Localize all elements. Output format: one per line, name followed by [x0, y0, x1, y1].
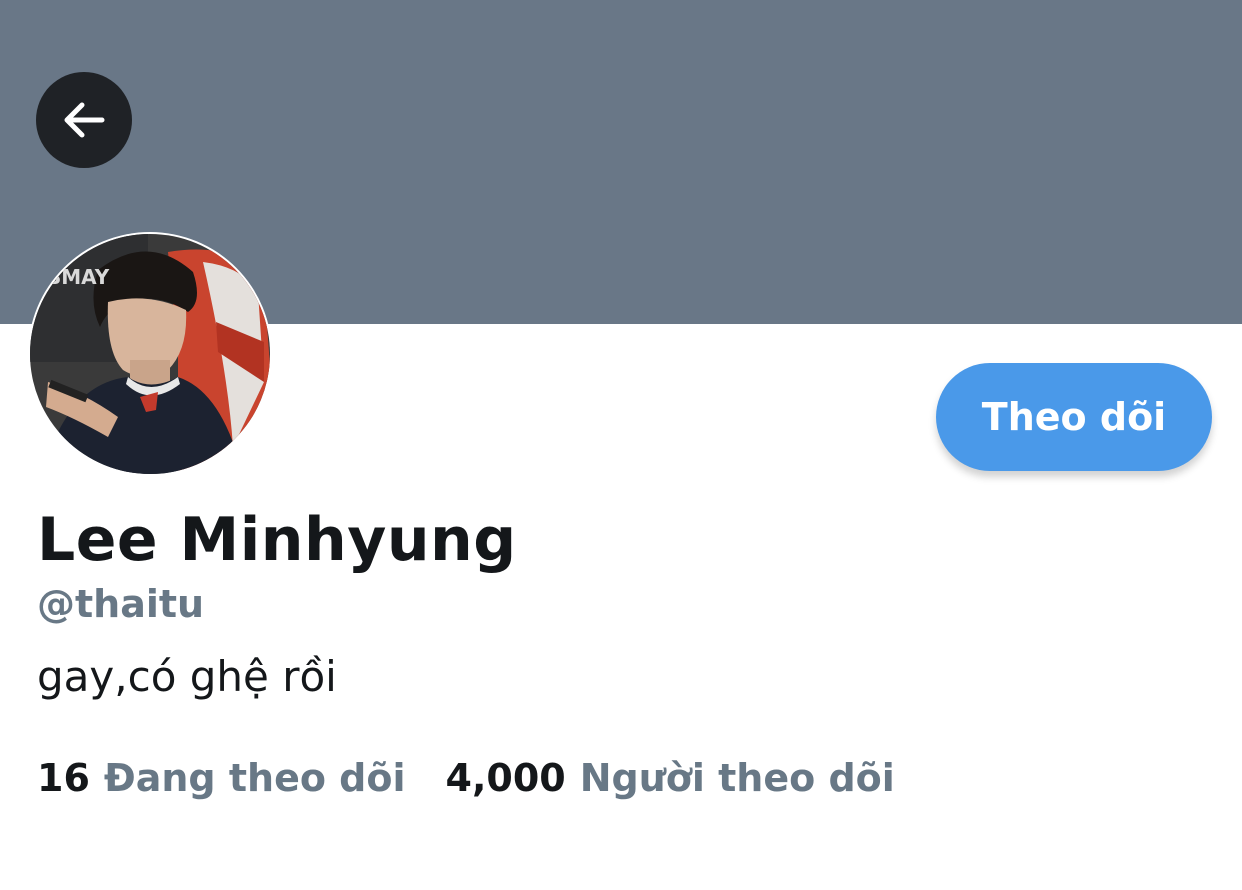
followers-link[interactable]: 4,000 Người theo dõi	[446, 756, 895, 800]
following-link[interactable]: 16 Đang theo dõi	[37, 756, 406, 800]
following-label: Đang theo dõi	[103, 756, 406, 800]
arrow-left-icon	[64, 102, 105, 138]
follow-button[interactable]: Theo dõi	[936, 363, 1212, 471]
display-name: Lee Minhyung	[37, 505, 517, 575]
back-button[interactable]	[36, 72, 132, 168]
followers-label: Người theo dõi	[579, 756, 895, 800]
avatar[interactable]: BMAY	[28, 232, 272, 476]
following-count: 16	[37, 756, 90, 800]
avatar-image: BMAY	[30, 234, 270, 474]
handle: @thaitu	[37, 582, 205, 626]
bio: gay,có ghệ rồi	[37, 652, 337, 701]
follow-stats: 16 Đang theo dõi 4,000 Người theo dõi	[37, 756, 895, 800]
profile-page: BMAY Theo dõi Lee Minhyung @thaitu gay,c…	[0, 0, 1242, 890]
followers-count: 4,000	[445, 756, 566, 800]
